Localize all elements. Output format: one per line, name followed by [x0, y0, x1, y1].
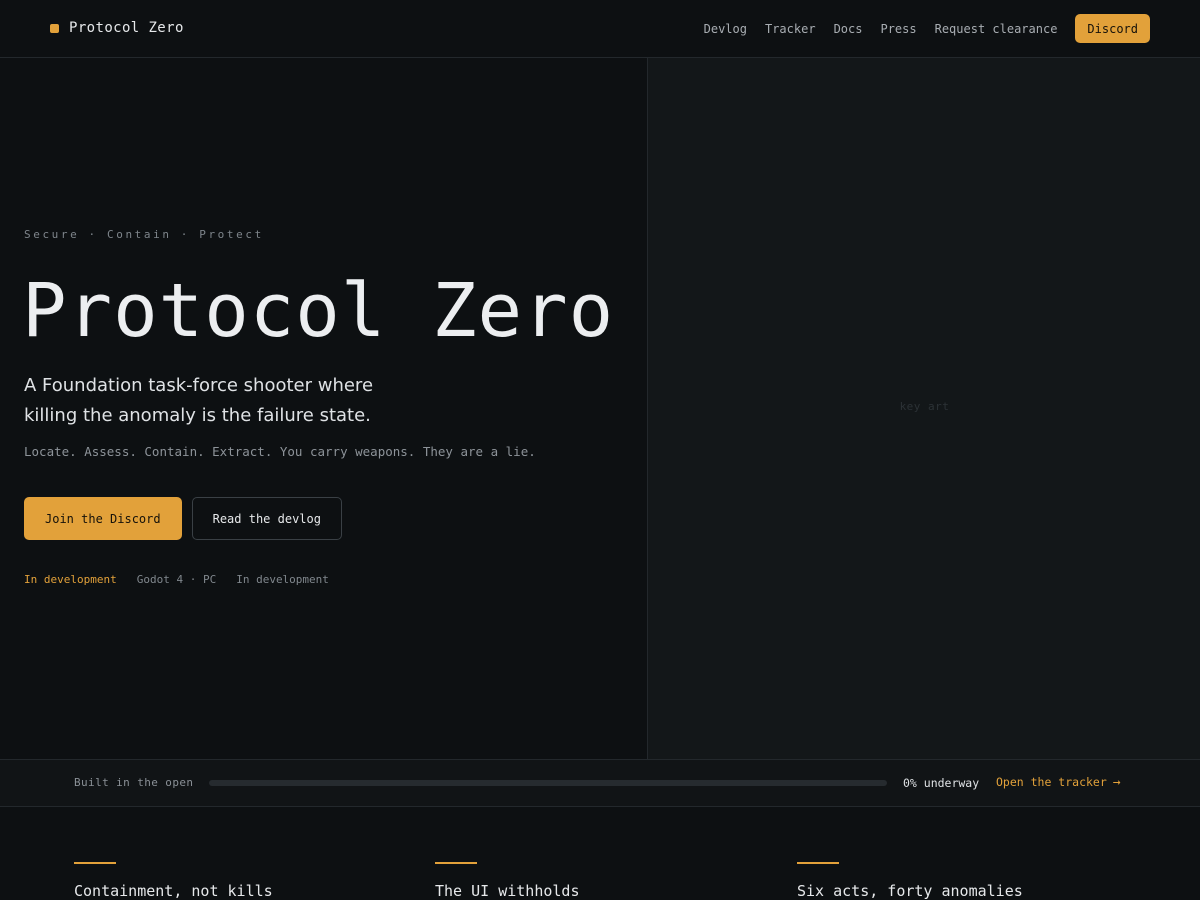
page-title: Protocol Zero: [22, 268, 615, 354]
top-nav: Protocol Zero Devlog Tracker Docs Press …: [0, 0, 1200, 58]
features-section: Containment, not kills The UI withholds …: [0, 807, 1200, 900]
stage-label: In development: [236, 573, 329, 586]
nav-link-press[interactable]: Press: [880, 22, 916, 36]
hero-eyebrow: Secure · Contain · Protect: [24, 228, 264, 241]
nav-link-devlog[interactable]: Devlog: [704, 22, 747, 36]
hero-cta-row: Join the Discord Read the devlog: [24, 497, 342, 540]
hero-section: Secure · Contain · Protect Protocol Zero…: [0, 58, 647, 759]
hero-tagline: A Foundation task-force shooter where ki…: [24, 375, 374, 426]
key-art-placeholder-label: key art: [899, 400, 950, 413]
feature-title: Six acts, forty anomalies: [797, 882, 1023, 900]
brand-logo[interactable]: Protocol Zero: [50, 18, 184, 38]
progress-percent: 0% underway: [903, 776, 980, 790]
read-devlog-button[interactable]: Read the devlog: [191, 497, 342, 540]
nav-link-tracker[interactable]: Tracker: [765, 22, 816, 36]
nav-links: Devlog Tracker Docs Press Request cleara…: [704, 14, 1150, 43]
nav-link-docs[interactable]: Docs: [834, 22, 863, 36]
hero-subline: Locate. Assess. Contain. Extract. You ca…: [24, 444, 536, 459]
feature-card: The UI withholds: [435, 862, 580, 900]
feature-accent-rule: [435, 862, 477, 864]
feature-accent-rule: [74, 862, 116, 864]
brand-name: Protocol Zero: [69, 20, 184, 36]
progress-label: Built in the open: [74, 776, 194, 789]
feature-title: Containment, not kills: [74, 882, 273, 900]
open-tracker-label: Open the tracker: [996, 775, 1107, 789]
brand-square-icon: [50, 23, 59, 33]
key-art-panel: key art: [647, 58, 1200, 759]
nav-link-request-clearance[interactable]: Request clearance: [935, 22, 1058, 36]
join-discord-button[interactable]: Join the Discord: [24, 497, 182, 540]
feature-accent-rule: [797, 862, 839, 864]
feature-title: The UI withholds: [435, 882, 580, 900]
feature-card: Containment, not kills: [74, 862, 273, 900]
progress-strip: Built in the open 0% underway Open the t…: [0, 759, 1200, 807]
progress-bar: [209, 780, 887, 786]
engine-platform-label: Godot 4 · PC: [136, 573, 217, 586]
arrow-right-icon: →: [1112, 774, 1121, 790]
status-badge: In development: [24, 573, 117, 586]
feature-card: Six acts, forty anomalies: [797, 862, 1023, 900]
hero-meta: In development Godot 4 · PC In developme…: [24, 573, 329, 586]
discord-nav-button[interactable]: Discord: [1075, 14, 1150, 43]
open-tracker-link[interactable]: Open the tracker →: [996, 775, 1121, 789]
